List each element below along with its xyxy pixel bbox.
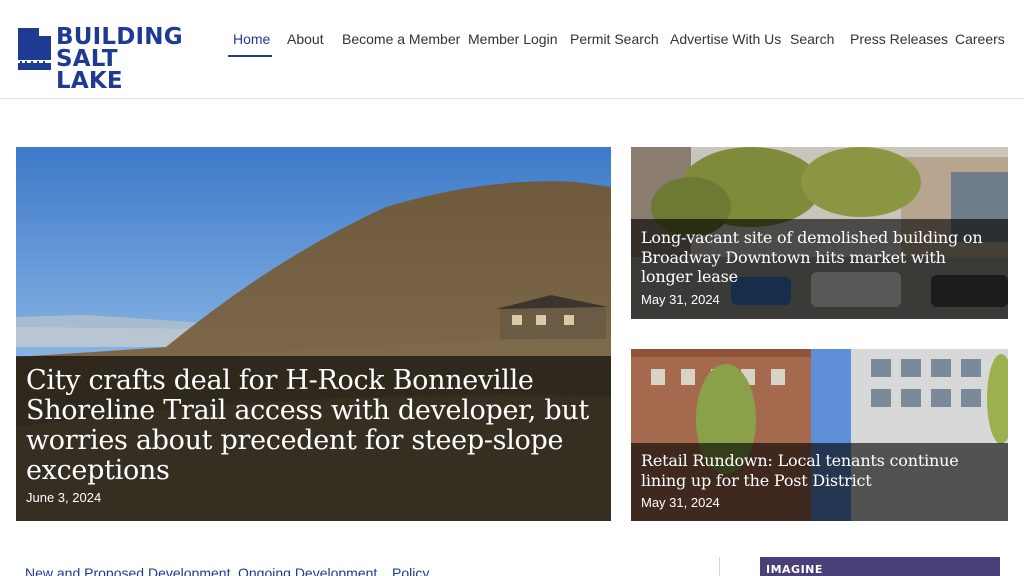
featured-main-caption: City crafts deal for H-Rock Bonneville S…	[16, 356, 611, 521]
sidebar-ad-banner[interactable]: IMAGINE	[760, 557, 1000, 576]
nav-item-advertise[interactable]: Advertise With Us	[670, 30, 781, 49]
featured-side-caption-2: Retail Rundown: Local tenants continue l…	[631, 443, 1008, 521]
site-header: BUILDING SALT LAKE Home About Become a M…	[0, 0, 1024, 99]
logo-line-2: SALT LAKE	[56, 46, 123, 94]
featured-main-card[interactable]: City crafts deal for H-Rock Bonneville S…	[16, 147, 611, 521]
featured-main-date: June 3, 2024	[26, 490, 102, 505]
featured-side-card-1[interactable]: Long-vacant site of demolished building …	[631, 147, 1008, 319]
nav-item-become-member[interactable]: Become a Member	[342, 30, 460, 49]
featured-side-date-1: May 31, 2024	[641, 291, 720, 307]
nav-item-about[interactable]: About	[287, 30, 324, 49]
active-nav-indicator	[228, 55, 272, 57]
nav-item-search[interactable]: Search	[790, 30, 834, 49]
tab-ongoing-development[interactable]: Ongoing Development	[238, 565, 377, 576]
tab-new-and-proposed-development[interactable]: New and Proposed Development	[25, 565, 230, 576]
tab-policy[interactable]: Policy	[392, 565, 429, 576]
featured-side-caption-1: Long-vacant site of demolished building …	[631, 219, 1008, 319]
logo-line-1: BUILDING	[56, 24, 183, 50]
nav-item-permit-search[interactable]: Permit Search	[570, 30, 659, 49]
nav-item-press-releases[interactable]: Press Releases	[850, 30, 948, 49]
skyline-logo-icon	[17, 28, 51, 70]
nav-item-home[interactable]: Home	[233, 30, 270, 49]
sidebar-divider	[719, 557, 720, 576]
nav-item-careers[interactable]: Careers	[955, 30, 1005, 49]
featured-side-date-2: May 31, 2024	[641, 495, 720, 510]
ad-text: IMAGINE	[766, 563, 823, 576]
featured-side-headline-2[interactable]: Retail Rundown: Local tenants continue l…	[641, 451, 998, 490]
site-logo[interactable]: BUILDING SALT LAKE	[17, 26, 189, 93]
logo-wordmark: BUILDING SALT LAKE	[56, 24, 189, 94]
featured-side-card-2[interactable]: Retail Rundown: Local tenants continue l…	[631, 349, 1008, 521]
featured-side-headline-1[interactable]: Long-vacant site of demolished building …	[641, 228, 998, 287]
nav-item-member-login[interactable]: Member Login	[468, 30, 558, 49]
featured-main-headline[interactable]: City crafts deal for H-Rock Bonneville S…	[26, 366, 601, 486]
